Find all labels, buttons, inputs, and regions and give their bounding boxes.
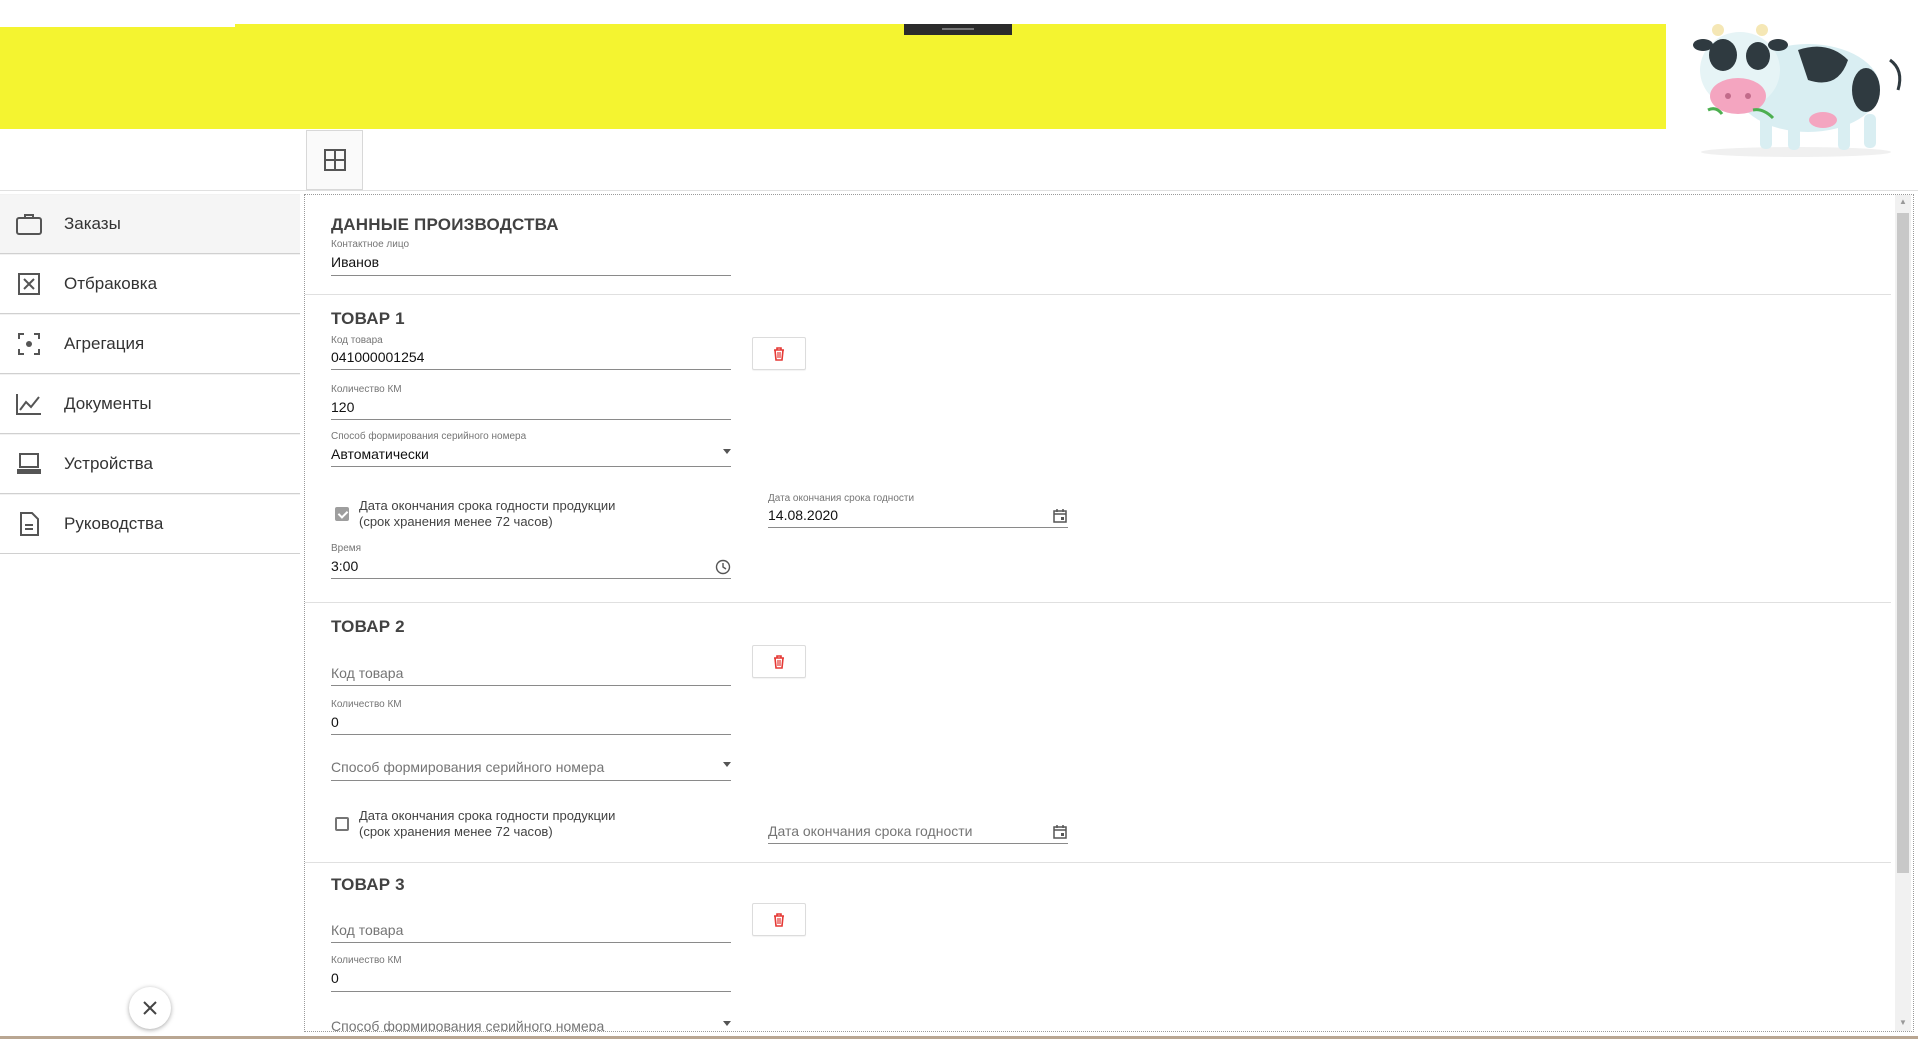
qty-field[interactable]: Количество КМ 0 [331,955,731,992]
qty-field[interactable]: Количество КМ 0 [331,699,731,735]
document-icon [16,511,42,537]
product-code-field[interactable]: Код товара 041000001254 [331,335,731,370]
field-placeholder: Код товара [331,922,404,938]
field-value: 041000001254 [331,349,425,365]
field-label: Контактное лицо [331,239,410,250]
close-icon [143,1001,157,1015]
sidebar-item-label: Отбраковка [64,274,158,293]
sidebar-item-orders[interactable]: Заказы [0,194,300,254]
field-label: Количество КМ [331,384,402,395]
serial-select[interactable]: Способ формирования серийного номера [331,1006,731,1032]
field-placeholder: Код товара [331,665,404,681]
field-label: Код товара [331,335,383,346]
trash-icon [774,346,784,361]
scroll-down-icon[interactable]: ▼ [1899,1019,1907,1027]
sidebar: Заказы Отбраковка Агрегация Документы Ус… [0,194,300,1039]
expiry-checkbox-label: Дата окончания срока годности продукции … [359,498,615,530]
sidebar-item-label: Документы [64,394,152,413]
product-2-section: ТОВАР 2 Код товара Количество КМ 0 Спосо… [305,603,1891,863]
sidebar-item-rejection[interactable]: Отбраковка [0,254,300,314]
expiry-checkbox[interactable] [335,817,349,831]
field-label: Количество КМ [331,699,402,710]
header-corner [0,0,235,27]
sidebar-item-label: Заказы [64,214,121,233]
field-value: 0 [331,714,339,730]
product-code-field[interactable]: Код товара [331,653,731,686]
product-3-section: ТОВАР 3 Код товара Количество КМ 0 Спосо… [305,863,1891,1032]
field-label: Количество КМ [331,955,402,966]
delete-product-button[interactable] [752,903,806,936]
serial-select[interactable]: Способ формирования серийного номера [331,749,731,781]
field-label: Дата окончания срока годности [768,493,915,504]
sidebar-item-documents[interactable]: Документы [0,374,300,434]
product-code-field[interactable]: Код товара [331,910,731,943]
label-line: Дата окончания срока годности продукции [359,808,616,823]
section-title: ТОВАР 2 [331,617,405,636]
expiry-date-field[interactable]: Дата окончания срока годности 14.08.2020 [768,493,1068,528]
label-line: Дата окончания срока годности продукции [359,498,616,513]
time-field[interactable]: Время 3:00 [331,543,731,579]
delete-product-button[interactable] [752,337,806,370]
field-label: Время [331,543,362,554]
scrollbar-thumb[interactable] [1897,213,1909,873]
drag-handle[interactable] [904,24,1012,35]
clock-icon[interactable] [715,559,731,575]
grid-icon [323,149,346,171]
production-section: ДАННЫЕ ПРОИЗВОДСТВА Контактное лицо Иван… [305,195,1891,295]
field-value: 0 [331,970,339,986]
header-divider [0,190,1918,191]
chevron-down-icon [723,762,731,767]
briefcase-icon [16,211,42,237]
sidebar-item-label: Агрегация [64,334,145,353]
section-title: ТОВАР 1 [331,309,405,328]
vertical-scrollbar[interactable]: ▲ ▼ [1895,195,1911,1031]
qty-field[interactable]: Количество КМ 120 [331,384,731,420]
field-value: 120 [331,399,355,415]
focus-icon [16,331,42,357]
chevron-down-icon [723,449,731,454]
grid-view-button[interactable] [306,130,363,190]
expiry-date-field[interactable]: Дата окончания срока годности [768,813,1068,844]
product-1-section: ТОВАР 1 Код товара 041000001254 Количест… [305,295,1891,603]
serial-select[interactable]: Способ формирования серийного номера Авт… [331,431,731,467]
field-placeholder: Способ формирования серийного номера [331,759,605,775]
trash-icon [774,912,784,927]
field-label: Способ формирования серийного номера [331,431,527,442]
field-value: 3:00 [331,558,359,574]
sidebar-item-label: Устройства [64,454,153,473]
calendar-icon[interactable] [1052,824,1068,840]
section-title: ТОВАР 3 [331,875,405,894]
field-placeholder: Способ формирования серийного номера [331,1018,605,1032]
contact-field[interactable]: Контактное лицо Иванов [331,239,731,276]
field-placeholder: Дата окончания срока годности [768,823,973,839]
main-form: ДАННЫЕ ПРОИЗВОДСТВА Контактное лицо Иван… [304,194,1914,1032]
laptop-icon [16,451,42,477]
close-button[interactable] [129,987,171,1029]
scroll-up-icon[interactable]: ▲ [1899,198,1907,206]
field-value: Автоматически [331,446,429,462]
label-line: (срок хранения менее 72 часов) [359,514,553,529]
expiry-checkbox[interactable] [335,507,349,521]
trash-icon [774,654,784,669]
field-value: Иванов [331,254,380,270]
field-value: 14.08.2020 [768,507,839,523]
calendar-icon[interactable] [1052,508,1068,524]
sidebar-item-devices[interactable]: Устройства [0,434,300,494]
chevron-down-icon [723,1021,731,1026]
section-title: ДАННЫЕ ПРОИЗВОДСТВА [331,215,559,234]
cow-logo [1693,24,1902,157]
sidebar-item-label: Руководства [64,514,164,533]
header-banner [0,24,1666,129]
x-box-icon [16,271,42,297]
sidebar-item-manuals[interactable]: Руководства [0,494,300,554]
delete-product-button[interactable] [752,645,806,678]
chart-line-icon [16,391,42,417]
expiry-checkbox-label: Дата окончания срока годности продукции … [359,808,615,840]
sidebar-item-aggregation[interactable]: Агрегация [0,314,300,374]
label-line: (срок хранения менее 72 часов) [359,824,553,839]
